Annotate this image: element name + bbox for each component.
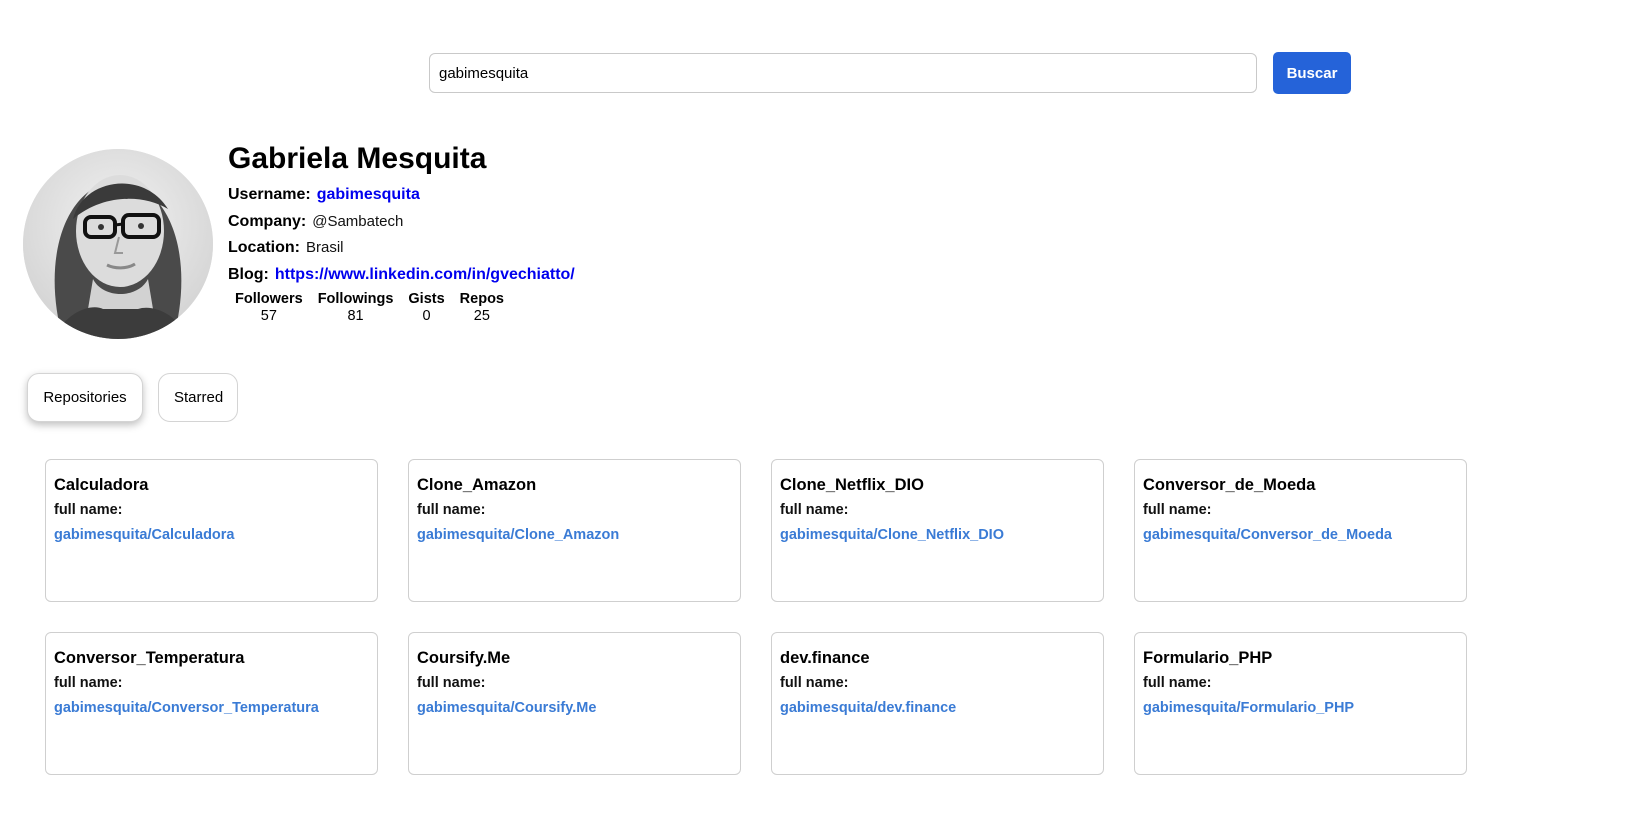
- repo-name: Clone_Netflix_DIO: [780, 476, 924, 494]
- username-label: Username:: [228, 186, 311, 203]
- stat-followers: Followers 57: [235, 291, 303, 325]
- search-input[interactable]: [429, 53, 1257, 93]
- location-label: Location:: [228, 239, 300, 256]
- username-row: Username: gabimesquita: [228, 182, 575, 209]
- avatar: [23, 149, 213, 339]
- repo-fullname-link[interactable]: gabimesquita/Conversor_Temperatura: [54, 699, 319, 717]
- repo-fullname-label: full name:: [780, 502, 849, 518]
- repo-fullname-label: full name:: [54, 502, 123, 518]
- stat-gists: Gists 0: [408, 291, 444, 325]
- repo-fullname-link[interactable]: gabimesquita/Clone_Netflix_DIO: [780, 526, 1004, 544]
- tab-bar: Repositories Starred: [27, 373, 253, 422]
- repo-grid: Calculadora full name: gabimesquita/Calc…: [45, 459, 1467, 775]
- repo-card: Coursify.Me full name: gabimesquita/Cour…: [408, 632, 741, 775]
- search-button[interactable]: Buscar: [1273, 52, 1351, 94]
- tab-starred[interactable]: Starred: [158, 373, 238, 422]
- stat-followings: Followings 81: [318, 291, 394, 325]
- repo-card: Calculadora full name: gabimesquita/Calc…: [45, 459, 378, 602]
- repo-name: dev.finance: [780, 649, 870, 667]
- stat-label: Followings: [317, 291, 394, 307]
- location-row: Location: Brasil: [228, 235, 575, 262]
- repo-fullname-label: full name:: [780, 675, 849, 691]
- profile-stats: Followers 57 Followings 81 Gists 0 Repos…: [235, 291, 575, 325]
- repo-fullname-link[interactable]: gabimesquita/dev.finance: [780, 699, 956, 717]
- stat-value: 57: [260, 308, 277, 324]
- repo-fullname-link[interactable]: gabimesquita/Clone_Amazon: [417, 526, 619, 544]
- search-bar: Buscar: [429, 52, 1351, 94]
- repo-fullname-link[interactable]: gabimesquita/Coursify.Me: [417, 699, 596, 717]
- stat-value: 25: [473, 308, 490, 324]
- profile-info: Gabriela Mesquita Username: gabimesquita …: [228, 142, 575, 325]
- repo-name: Coursify.Me: [417, 649, 511, 667]
- tab-repositories[interactable]: Repositories: [27, 373, 143, 422]
- location-value: Brasil: [306, 239, 344, 256]
- repo-fullname-label: full name:: [417, 502, 486, 518]
- username-link[interactable]: gabimesquita: [317, 186, 420, 203]
- repo-fullname-label: full name:: [54, 675, 123, 691]
- stat-label: Followers: [235, 291, 303, 307]
- company-label: Company:: [228, 212, 307, 230]
- repo-fullname-link[interactable]: gabimesquita/Conversor_de_Moeda: [1143, 526, 1392, 544]
- repo-card: dev.finance full name: gabimesquita/dev.…: [771, 632, 1104, 775]
- stat-value: 81: [347, 308, 364, 324]
- repo-name: Formulario_PHP: [1143, 649, 1273, 667]
- repo-card: Clone_Amazon full name: gabimesquita/Clo…: [408, 459, 741, 602]
- stat-value: 0: [422, 308, 431, 324]
- repo-fullname-label: full name:: [1143, 502, 1212, 518]
- blog-row: Blog: https://www.linkedin.com/in/gvechia…: [228, 262, 575, 289]
- stat-label: Gists: [408, 291, 445, 307]
- repo-fullname-label: full name:: [417, 675, 486, 691]
- repo-name: Calculadora: [54, 476, 149, 494]
- profile-name: Gabriela Mesquita: [228, 142, 487, 175]
- repo-fullname-link[interactable]: gabimesquita/Formulario_PHP: [1143, 699, 1354, 717]
- repo-fullname-label: full name:: [1143, 675, 1212, 691]
- repo-card: Conversor_de_Moeda full name: gabimesqui…: [1134, 459, 1467, 602]
- repo-name: Conversor_Temperatura: [54, 649, 245, 667]
- stat-repos: Repos 25: [460, 291, 504, 325]
- repo-card: Clone_Netflix_DIO full name: gabimesquit…: [771, 459, 1104, 602]
- company-row: Company: @Sambatech: [228, 209, 575, 236]
- repo-name: Clone_Amazon: [417, 476, 537, 494]
- company-value: @Sambatech: [312, 212, 404, 230]
- repo-name: Conversor_de_Moeda: [1143, 476, 1316, 494]
- blog-label: Blog:: [228, 265, 269, 283]
- avatar-photo: [23, 149, 213, 339]
- repo-card: Formulario_PHP full name: gabimesquita/F…: [1134, 632, 1467, 775]
- stat-label: Repos: [459, 291, 504, 307]
- repo-card: Conversor_Temperatura full name: gabimes…: [45, 632, 378, 775]
- repo-fullname-link[interactable]: gabimesquita/Calculadora: [54, 526, 235, 544]
- blog-link[interactable]: https://www.linkedin.com/in/gvechiatto/: [275, 266, 575, 283]
